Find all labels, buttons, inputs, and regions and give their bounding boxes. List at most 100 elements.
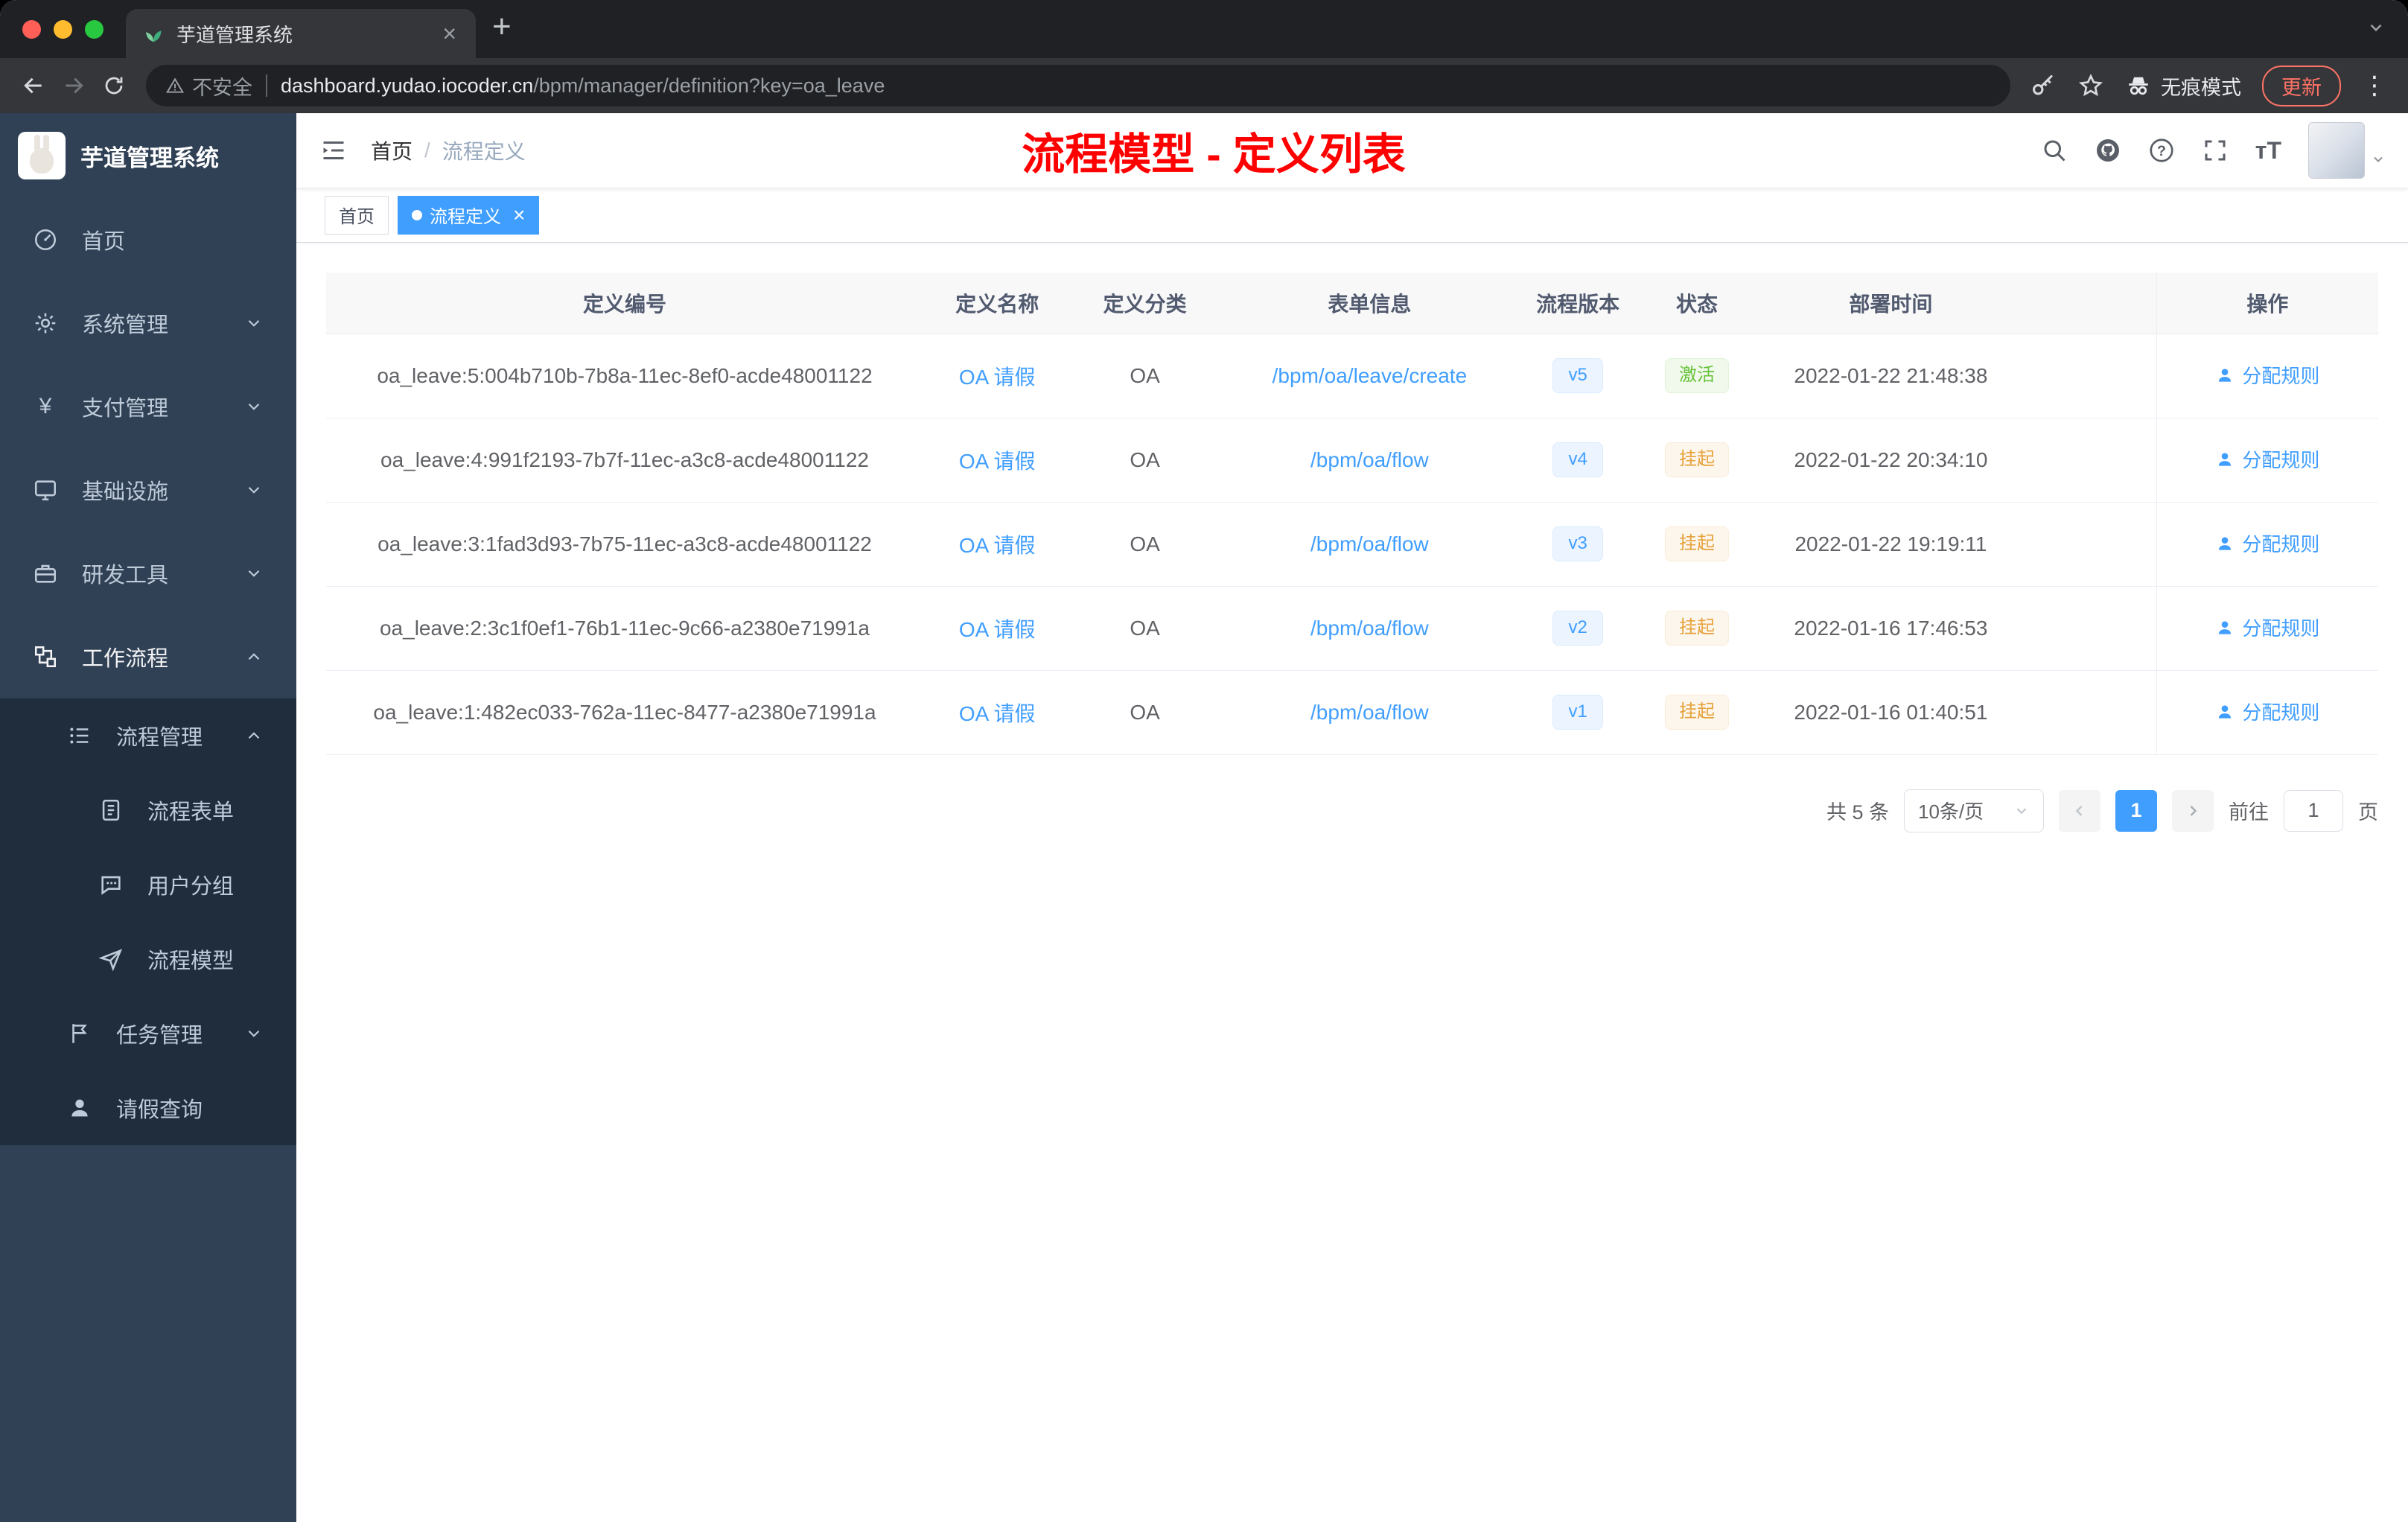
browser-menu-icon[interactable]: ⋮ bbox=[2362, 71, 2387, 101]
tag-process-definition[interactable]: 流程定义 × bbox=[398, 195, 540, 235]
assign-rule-link[interactable]: 分配规则 bbox=[2215, 445, 2319, 473]
page-jump-input[interactable] bbox=[2284, 789, 2343, 832]
version-badge[interactable]: v1 bbox=[1552, 695, 1603, 730]
version-badge[interactable]: v4 bbox=[1552, 442, 1603, 477]
pagination: 共 5 条 10条/页 1 前往 页 bbox=[326, 789, 2378, 832]
password-key-icon[interactable] bbox=[2030, 72, 2057, 99]
tab-title: 芋道管理系统 bbox=[176, 23, 293, 46]
col-header-action: 操作 bbox=[2156, 273, 2378, 334]
tab-search-caret-icon[interactable] bbox=[2366, 18, 2386, 37]
assign-rule-label: 分配规则 bbox=[2242, 617, 2320, 640]
yen-icon: ¥ bbox=[39, 394, 52, 418]
version-badge[interactable]: v2 bbox=[1552, 611, 1603, 646]
fullscreen-icon[interactable] bbox=[2202, 137, 2229, 164]
assign-rule-link[interactable]: 分配规则 bbox=[2215, 698, 2319, 725]
definition-id: oa_leave:1:482ec033-762a-11ec-8477-a2380… bbox=[326, 670, 923, 755]
breadcrumb-current: 流程定义 bbox=[442, 140, 526, 163]
sidebar-item-workflow[interactable]: 工作流程 bbox=[0, 615, 296, 698]
sidebar-item-user-group[interactable]: 用户分组 bbox=[0, 847, 296, 922]
minimize-window-button[interactable] bbox=[54, 19, 72, 39]
user-avatar-menu[interactable] bbox=[2308, 122, 2386, 179]
user-icon bbox=[2219, 537, 2232, 550]
help-icon[interactable]: ? bbox=[2148, 137, 2175, 164]
back-button[interactable] bbox=[13, 74, 54, 98]
definition-name-link[interactable]: OA 请假 bbox=[959, 450, 1036, 473]
search-icon[interactable] bbox=[2041, 137, 2068, 164]
zoom-window-button[interactable] bbox=[85, 19, 103, 39]
sidebar-item-system[interactable]: 系统管理 bbox=[0, 281, 296, 365]
sidebar-item-home[interactable]: 首页 bbox=[0, 198, 296, 281]
bookmark-star-icon[interactable] bbox=[2077, 72, 2104, 99]
breadcrumb: 首页 / 流程定义 bbox=[371, 136, 526, 165]
definition-name-link[interactable]: OA 请假 bbox=[959, 702, 1036, 725]
sidebar-item-process-model[interactable]: 流程模型 bbox=[0, 922, 296, 996]
window-controls bbox=[0, 19, 126, 39]
status-badge: 挂起 bbox=[1664, 695, 1729, 730]
tag-close-icon[interactable]: × bbox=[513, 204, 525, 226]
form-link[interactable]: /bpm/oa/leave/create bbox=[1273, 364, 1468, 387]
close-window-button[interactable] bbox=[22, 19, 41, 39]
new-tab-button[interactable]: + bbox=[492, 10, 512, 48]
form-link[interactable]: /bpm/oa/flow bbox=[1310, 701, 1429, 724]
url-host: dashboard.yudao.iocoder.cn bbox=[281, 74, 534, 97]
security-indicator[interactable]: 不安全 bbox=[165, 71, 252, 101]
github-icon[interactable] bbox=[2095, 137, 2121, 164]
address-bar[interactable]: 不安全 dashboard.yudao.iocoder.cn/bpm/manag… bbox=[146, 65, 2010, 106]
sidebar-collapse-icon[interactable] bbox=[296, 137, 371, 164]
forward-button[interactable] bbox=[54, 74, 94, 98]
table-header-row: 定义编号 定义名称 定义分类 表单信息 流程版本 状态 部署时间 操作 bbox=[326, 273, 2378, 334]
assign-rule-label: 分配规则 bbox=[2242, 449, 2320, 472]
definition-name-link[interactable]: OA 请假 bbox=[959, 366, 1036, 389]
deploy-time: 2022-01-16 01:40:51 bbox=[1758, 670, 2024, 755]
col-header-status: 状态 bbox=[1635, 273, 1759, 334]
table-row: oa_leave:5:004b710b-7b8a-11ec-8ef0-acde4… bbox=[326, 334, 2378, 418]
definition-category: OA bbox=[1071, 502, 1219, 587]
col-header-form: 表单信息 bbox=[1218, 273, 1520, 334]
sidebar-item-task-management[interactable]: 任务管理 bbox=[0, 996, 296, 1071]
sidebar-item-label: 流程管理 bbox=[116, 726, 203, 750]
avatar[interactable] bbox=[2308, 122, 2365, 179]
form-link[interactable]: /bpm/oa/flow bbox=[1310, 617, 1429, 640]
spacer-cell bbox=[2023, 334, 2157, 418]
user-icon bbox=[2219, 705, 2232, 719]
font-size-icon[interactable]: тT bbox=[2255, 137, 2281, 165]
reload-button[interactable] bbox=[94, 74, 134, 97]
assign-rule-link[interactable]: 分配规则 bbox=[2215, 361, 2319, 389]
definition-category: OA bbox=[1071, 418, 1219, 503]
assign-rule-label: 分配规则 bbox=[2242, 701, 2320, 725]
goto-label: 前往 bbox=[2229, 801, 2269, 824]
sidebar-item-leave-query[interactable]: 请假查询 bbox=[0, 1071, 296, 1145]
col-header-name: 定义名称 bbox=[923, 273, 1071, 334]
sidebar-item-label: 流程表单 bbox=[147, 800, 235, 824]
current-page-button[interactable]: 1 bbox=[2115, 789, 2157, 832]
page-size-value: 10条/页 bbox=[1918, 800, 1984, 823]
form-link[interactable]: /bpm/oa/flow bbox=[1310, 448, 1429, 471]
form-link[interactable]: /bpm/oa/flow bbox=[1310, 532, 1429, 555]
assign-rule-link[interactable]: 分配规则 bbox=[2215, 614, 2319, 641]
definition-id: oa_leave:2:3c1f0ef1-76b1-11ec-9c66-a2380… bbox=[326, 586, 923, 671]
assign-rule-link[interactable]: 分配规则 bbox=[2215, 529, 2319, 557]
browser-tab[interactable]: 芋道管理系统 × bbox=[126, 9, 476, 58]
sidebar-item-label: 首页 bbox=[82, 230, 126, 254]
tab-close-icon[interactable]: × bbox=[439, 22, 459, 45]
definition-name-link[interactable]: OA 请假 bbox=[959, 618, 1036, 641]
sidebar-item-label: 基础设施 bbox=[82, 480, 169, 504]
app-logo[interactable]: 芋道管理系统 bbox=[0, 113, 296, 198]
sidebar-item-process-management[interactable]: 流程管理 bbox=[0, 698, 296, 773]
definition-name-link[interactable]: OA 请假 bbox=[959, 534, 1036, 557]
next-page-button[interactable] bbox=[2172, 789, 2214, 832]
gear-icon bbox=[35, 313, 56, 334]
deploy-time: 2022-01-22 21:48:38 bbox=[1758, 334, 2024, 418]
sidebar-item-process-form[interactable]: 流程表单 bbox=[0, 773, 296, 847]
user-icon bbox=[2219, 453, 2232, 466]
browser-update-button[interactable]: 更新 bbox=[2262, 65, 2341, 106]
version-badge[interactable]: v5 bbox=[1552, 358, 1603, 393]
sidebar-item-payment[interactable]: ¥ 支付管理 bbox=[0, 365, 296, 448]
sidebar-item-devtools[interactable]: 研发工具 bbox=[0, 532, 296, 615]
page-size-select[interactable]: 10条/页 bbox=[1904, 789, 2044, 832]
version-badge[interactable]: v3 bbox=[1552, 526, 1603, 561]
sidebar-item-infrastructure[interactable]: 基础设施 bbox=[0, 448, 296, 532]
prev-page-button[interactable] bbox=[2059, 789, 2100, 832]
breadcrumb-home[interactable]: 首页 bbox=[371, 136, 413, 165]
tag-home[interactable]: 首页 bbox=[325, 195, 389, 235]
